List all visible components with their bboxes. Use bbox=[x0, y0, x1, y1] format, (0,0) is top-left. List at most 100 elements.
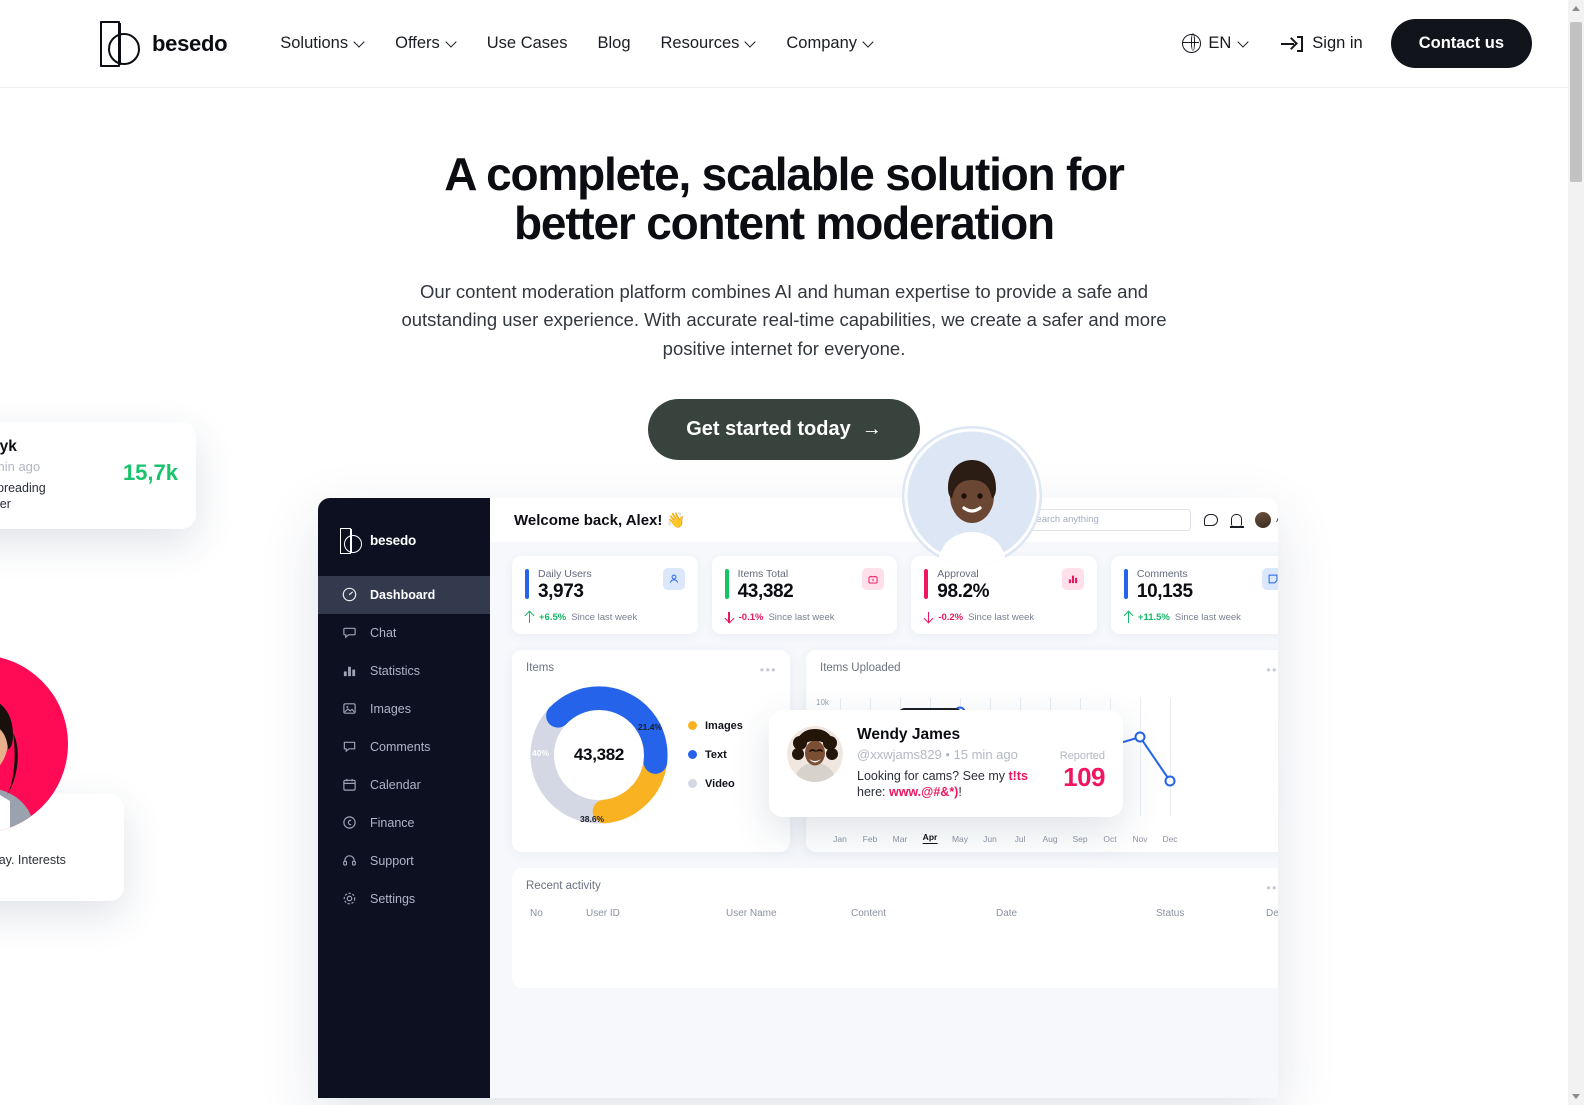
notifications-icon[interactable] bbox=[1229, 513, 1244, 528]
x-tick-aug: Aug bbox=[1042, 833, 1058, 844]
messages-icon[interactable] bbox=[1204, 513, 1219, 526]
sidebar-item-dashboard[interactable]: Dashboard bbox=[318, 575, 490, 614]
chevron-down-icon bbox=[446, 37, 457, 48]
user-menu[interactable]: Alex bbox=[1255, 511, 1278, 528]
sidebar-item-calendar[interactable]: Calendar bbox=[318, 766, 490, 804]
sidebar-item-finance[interactable]: Finance bbox=[318, 804, 490, 842]
trend-down-icon bbox=[725, 611, 734, 623]
scroll-up-icon[interactable] bbox=[1572, 6, 1580, 11]
brand-name: besedo bbox=[152, 30, 228, 56]
stat-label: Items Total bbox=[737, 567, 789, 580]
page-scrollbar[interactable] bbox=[1568, 0, 1584, 1105]
dashboard-topbar: Welcome back, Alex! 👋 Search anything Al… bbox=[490, 497, 1278, 542]
stat-delta: +11.5% bbox=[1137, 611, 1170, 623]
globe-icon bbox=[1181, 33, 1202, 53]
image-icon bbox=[343, 703, 356, 714]
nav-item-resources[interactable]: Resources bbox=[661, 34, 757, 53]
sidebar-item-comments[interactable]: Comments bbox=[318, 728, 490, 766]
sidebar-item-support[interactable]: Support bbox=[318, 842, 490, 880]
flagged-term-2: www.@#&*) bbox=[888, 785, 959, 800]
x-tick-oct: Oct bbox=[1103, 833, 1117, 844]
arrow-right-icon: → bbox=[861, 417, 882, 440]
chevron-down-icon bbox=[863, 37, 874, 48]
sidebar-item-settings[interactable]: Settings bbox=[318, 880, 490, 918]
legend-swatch bbox=[688, 721, 697, 731]
person-photo bbox=[902, 425, 1042, 566]
nav-item-solutions[interactable]: Solutions bbox=[280, 34, 365, 53]
panel-menu-icon[interactable]: ••• bbox=[1266, 663, 1278, 677]
get-started-button[interactable]: Get started today → bbox=[648, 398, 920, 460]
bar-chart-icon bbox=[343, 666, 356, 677]
sidebar-item-chat[interactable]: Chat bbox=[318, 614, 490, 652]
sidebar-item-images[interactable]: Images bbox=[318, 690, 490, 728]
besedo-logo-icon bbox=[100, 20, 140, 67]
column-user-id: User ID bbox=[586, 907, 620, 919]
nav-item-blog[interactable]: Blog bbox=[597, 34, 630, 53]
topbar-actions: Search anything Alex bbox=[1006, 508, 1278, 531]
nav-item-offers[interactable]: Offers bbox=[395, 34, 457, 53]
scrollbar-thumb[interactable] bbox=[1570, 22, 1582, 182]
x-tick-apr[interactable]: Apr bbox=[922, 832, 938, 844]
social-card-stat: Reported 109 bbox=[1050, 726, 1106, 802]
dashboard-sidebar: besedo Dashboard Chat Statistics Images bbox=[318, 497, 490, 1098]
social-card-handle: @xxwjams829 bbox=[857, 746, 942, 762]
stat-delta: +6.5% bbox=[539, 611, 567, 623]
sidebar-item-label: Dashboard bbox=[370, 587, 436, 602]
sidebar-item-label: Statistics bbox=[370, 663, 421, 678]
stat-value: 3,973 bbox=[538, 580, 584, 602]
panel-menu-icon[interactable]: ••• bbox=[1266, 881, 1278, 895]
site-logo[interactable]: besedo bbox=[100, 20, 228, 67]
legend-label: Images bbox=[705, 719, 743, 732]
panel-title: Recent activity bbox=[526, 879, 601, 892]
column-no: No bbox=[530, 907, 543, 919]
x-tick-may: May bbox=[951, 833, 969, 844]
stat-delta: -0.2% bbox=[938, 611, 964, 623]
bag-icon bbox=[862, 567, 885, 590]
legend-swatch bbox=[688, 779, 697, 789]
coin-icon bbox=[343, 816, 356, 829]
reported-label: Reported bbox=[1059, 749, 1105, 762]
donut-label-text: 40% bbox=[532, 747, 550, 758]
dashboard-logo: besedo bbox=[318, 516, 490, 576]
language-switcher[interactable]: EN bbox=[1181, 33, 1249, 53]
scroll-down-icon[interactable] bbox=[1572, 1094, 1580, 1099]
stat-delta: -0.1% bbox=[738, 611, 764, 623]
stat-period: Since last week bbox=[768, 611, 835, 623]
engagement-count: 15,7k bbox=[122, 459, 178, 485]
stat-label: Comments bbox=[1136, 567, 1188, 580]
sidebar-item-label: Calendar bbox=[370, 777, 421, 792]
x-tick-dec: Dec bbox=[1162, 833, 1178, 844]
social-card-body: Looking for cams? See my t!ts here: www.… bbox=[857, 768, 1036, 802]
welcome-message: Welcome back, Alex! 👋 bbox=[514, 511, 686, 529]
social-card-body: VP @coolbeans by day. Interests include … bbox=[0, 852, 66, 867]
panel-menu-icon[interactable]: ••• bbox=[760, 663, 777, 677]
contact-us-button[interactable]: Contact us bbox=[1390, 19, 1532, 68]
social-card-handle: @greghirsch bbox=[0, 831, 106, 846]
stat-period: Since last week bbox=[968, 611, 1035, 623]
sidebar-item-label: Chat bbox=[370, 625, 397, 640]
stat-period: Since last week bbox=[1174, 611, 1241, 623]
social-card-body: Optimistic soul spreading sunshine where… bbox=[0, 480, 46, 512]
stat-card-items-total: Items Total 43,382 -0.1% Since last week bbox=[711, 555, 898, 634]
social-card-time: 15 min ago bbox=[953, 746, 1018, 762]
trend-up-icon bbox=[525, 611, 534, 623]
donut-chart: 43,382 21.4% 40% 38.6% bbox=[524, 680, 674, 830]
column-content: Content bbox=[851, 907, 887, 919]
panel-title: Items bbox=[526, 661, 555, 674]
stat-value: 43,382 bbox=[737, 580, 794, 602]
note-icon bbox=[1261, 567, 1278, 590]
donut-legend: Images Text Video bbox=[688, 720, 743, 790]
body-mid: here: bbox=[857, 785, 889, 800]
reported-count: 109 bbox=[1063, 761, 1105, 792]
hero-subtitle: Our content moderation platform combines… bbox=[401, 280, 1167, 359]
sign-in-link[interactable]: Sign in bbox=[1281, 34, 1363, 53]
nav-item-company[interactable]: Company bbox=[786, 34, 874, 53]
stat-value: 10,135 bbox=[1136, 580, 1193, 602]
nav-item-use-cases[interactable]: Use Cases bbox=[487, 34, 568, 53]
product-mockup: besedo Dashboard Chat Statistics Images bbox=[0, 421, 1568, 1098]
sidebar-item-statistics[interactable]: Statistics bbox=[318, 652, 490, 690]
x-tick-jun: Jun bbox=[983, 833, 997, 844]
page-root: besedo Solutions Offers Use Cases Blog R… bbox=[0, 0, 1568, 1105]
legend-swatch bbox=[688, 750, 697, 760]
x-tick-feb: Feb bbox=[862, 833, 878, 844]
